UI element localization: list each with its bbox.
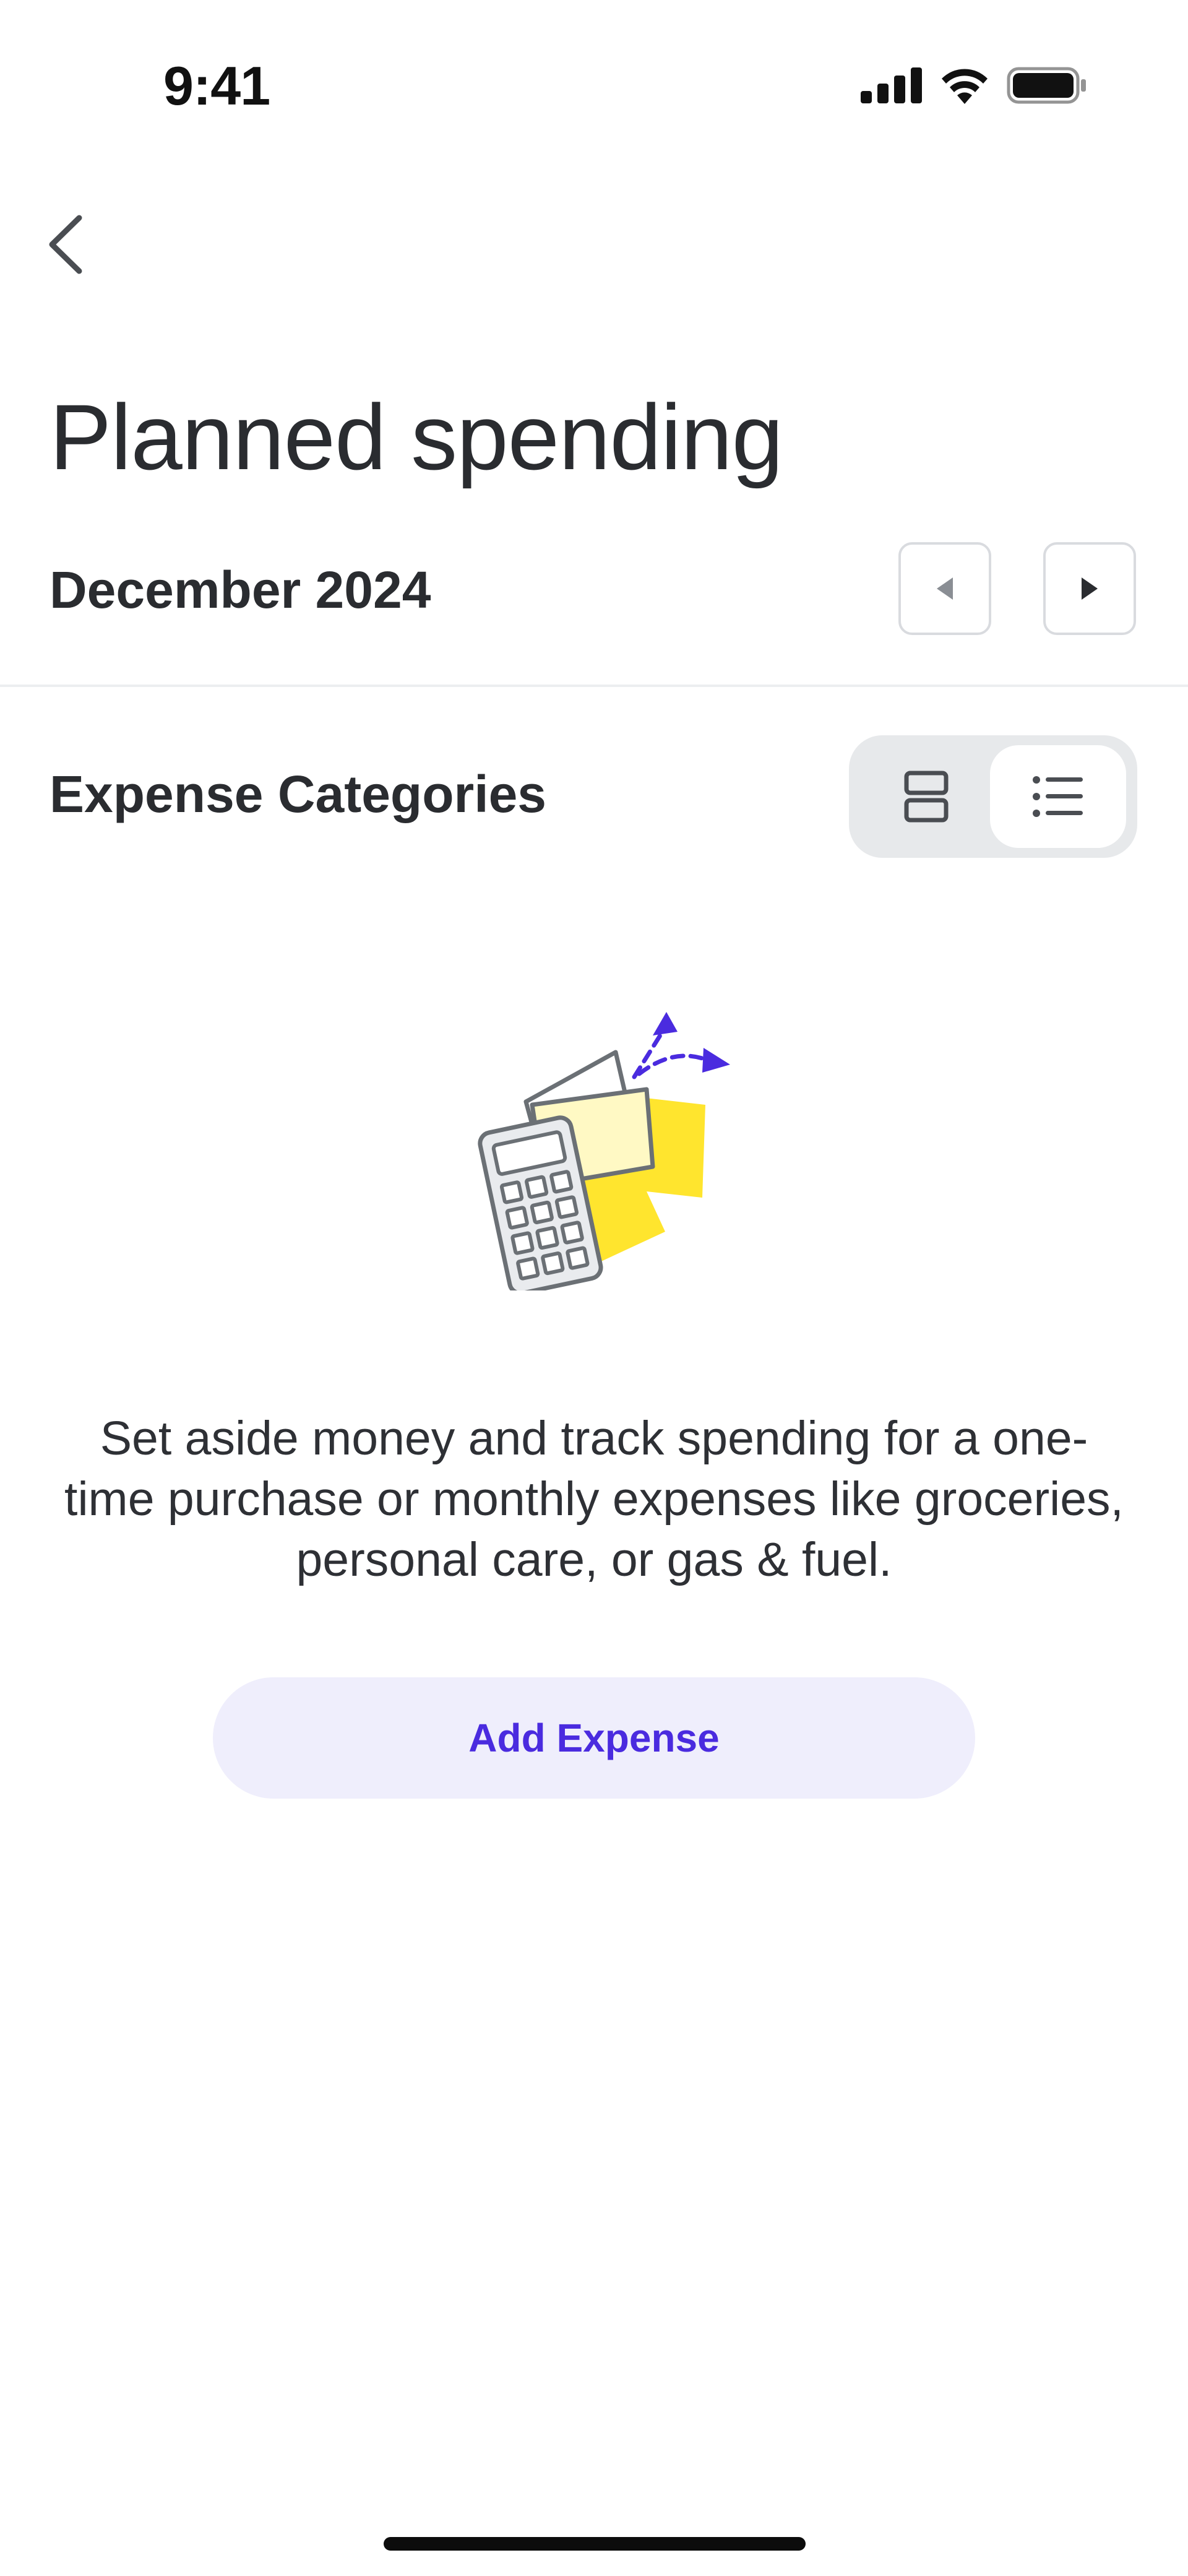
status-icons bbox=[861, 67, 1087, 104]
month-label: December 2024 bbox=[50, 561, 431, 619]
grid-view-icon bbox=[904, 771, 949, 823]
previous-month-button[interactable] bbox=[898, 542, 991, 635]
page-title: Planned spending bbox=[50, 385, 783, 489]
add-expense-button[interactable]: Add Expense bbox=[213, 1677, 975, 1799]
back-button[interactable] bbox=[43, 204, 111, 285]
caret-right-icon bbox=[1082, 577, 1098, 600]
section-title: Expense Categories bbox=[50, 765, 547, 823]
list-view-button[interactable] bbox=[990, 745, 1126, 848]
divider bbox=[0, 685, 1188, 687]
battery-icon bbox=[1007, 67, 1086, 104]
status-time: 9:41 bbox=[163, 55, 270, 116]
home-indicator[interactable] bbox=[384, 2537, 806, 2551]
wifi-icon bbox=[942, 69, 988, 104]
chevron-left-icon bbox=[49, 215, 82, 274]
wallet-calculator-illustration bbox=[478, 1012, 730, 1290]
view-toggle[interactable] bbox=[849, 735, 1137, 858]
grid-view-button[interactable] bbox=[863, 745, 990, 848]
list-view-icon bbox=[1033, 776, 1083, 817]
caret-left-icon bbox=[937, 577, 953, 600]
next-month-button[interactable] bbox=[1043, 542, 1136, 635]
empty-state-text: Set aside money and track spending for a… bbox=[64, 1412, 1124, 1586]
signal-icon bbox=[861, 67, 922, 103]
